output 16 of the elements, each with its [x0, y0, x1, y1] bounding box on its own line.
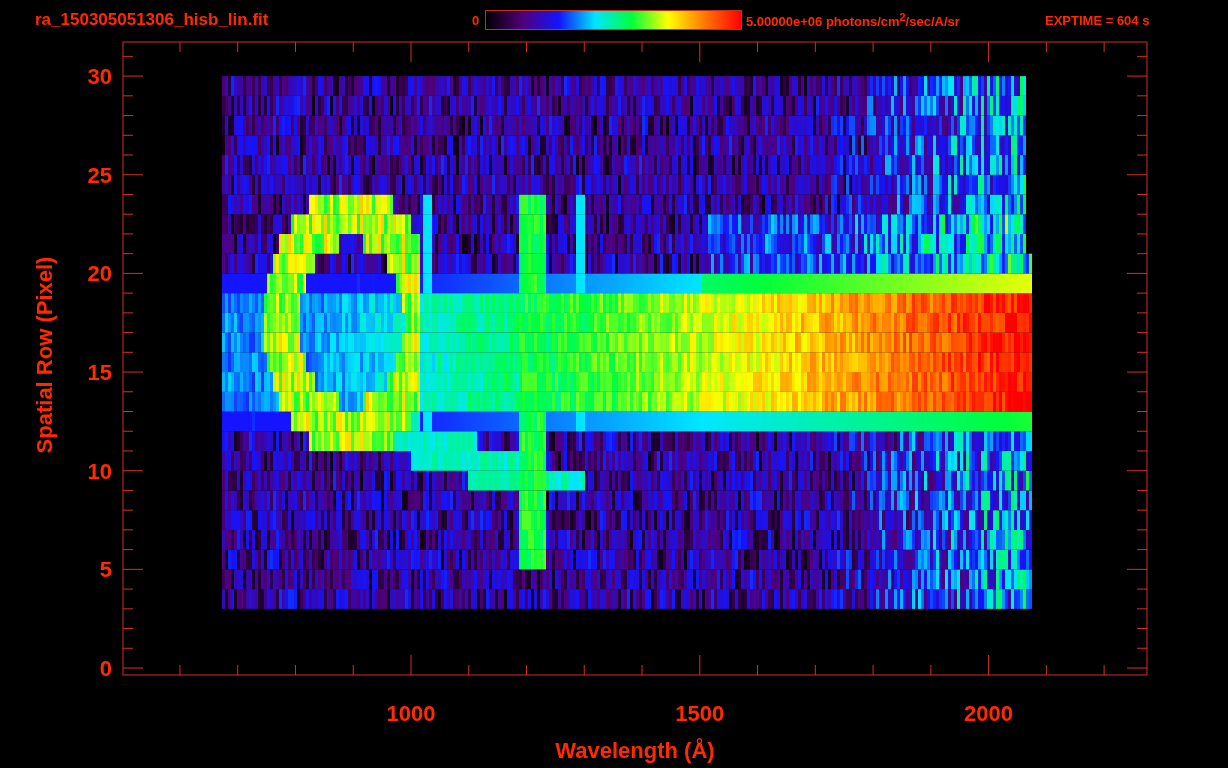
y-tick-label: 15	[87, 360, 112, 386]
y-tick-label: 30	[87, 64, 112, 90]
x-tick-label: 1000	[386, 701, 436, 726]
colorbar-min-label: 0	[472, 12, 481, 28]
y-tick-label: 25	[87, 162, 112, 188]
x-tick-label: 2000	[964, 701, 1014, 726]
y-tick-label: 20	[87, 261, 112, 287]
y-axis-title: Spatial Row (Pixel)	[32, 256, 57, 454]
y-tick-label: 0	[99, 656, 112, 681]
x-tick-label: 1500	[675, 701, 725, 726]
y-tick-label: 10	[87, 458, 112, 484]
colorbar-max-label: 5.00000e+06 photons/cm$^{2}$/sec/A/sr	[746, 10, 961, 30]
y-tick-label: 5	[99, 557, 112, 583]
file-title: ra_150305051306_hisb_lin.fit	[35, 10, 270, 30]
exposure-time: EXPTIME = 604 s	[1045, 12, 1150, 28]
x-axis-title: Wavelength (Å)	[555, 738, 715, 763]
